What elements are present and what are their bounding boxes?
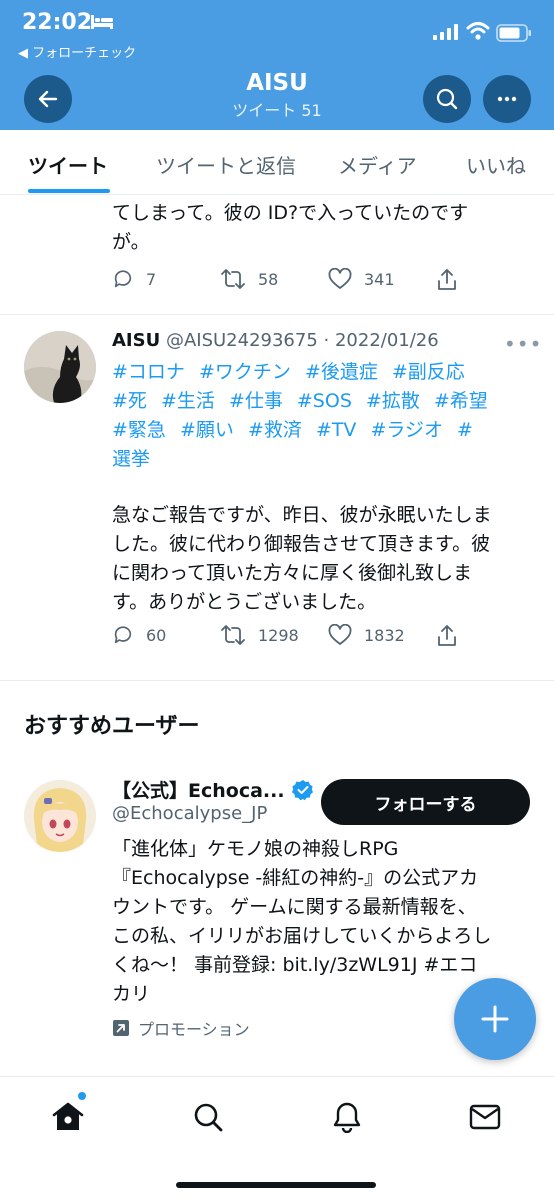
nav-search[interactable] xyxy=(188,1097,228,1137)
like-count: 341 xyxy=(364,269,395,289)
tweet-text: 急なご報告ですが、昨日、彼が永眠いたしま した。彼に代わり御報告させて頂きます。… xyxy=(112,501,532,617)
search-icon xyxy=(194,1103,223,1132)
bell-icon xyxy=(333,1102,361,1133)
bio-line: ウントです。 ゲームに関する最新情報を、 xyxy=(112,896,477,918)
promoted-user-name[interactable]: 【公式】Echoca... xyxy=(112,776,285,803)
tweet-text-line: 急なご報告ですが、昨日、彼が永眠いたしま xyxy=(112,504,492,526)
back-to-app-link[interactable]: ◀ フォローチェック xyxy=(18,42,136,61)
retweet-icon xyxy=(221,269,245,289)
author-handle-date[interactable]: @AISU24293675 · 2022/01/26 xyxy=(166,330,439,351)
hashtag-line[interactable]: #死 #生活 #仕事 #SOS #拡散 #希望 xyxy=(112,386,488,413)
bio-line: 『Echocalypse -緋紅の神約-』の公式アカ xyxy=(112,867,479,889)
tab-tweets[interactable]: ツイート xyxy=(28,150,108,179)
plus-icon xyxy=(481,1005,509,1033)
black-cat-avatar-image xyxy=(24,331,96,403)
search-icon xyxy=(436,88,458,110)
suggested-users-title: おすすめユーザー xyxy=(24,714,200,739)
tweet-more-icon[interactable]: ••• xyxy=(504,332,542,356)
more-dots-icon xyxy=(497,96,517,102)
reply-icon xyxy=(114,626,132,644)
profile-name: AISU xyxy=(246,70,308,96)
hashtag-line[interactable]: #緊急 #願い #救済 #TV #ラジオ # xyxy=(112,415,473,442)
tweet-text-line: に関わって頂いた方々に厚く後御礼致しま xyxy=(112,562,473,584)
follow-button[interactable]: フォローする xyxy=(321,779,530,825)
tab-likes[interactable]: いいね xyxy=(466,150,526,179)
hashtag-line[interactable]: 選挙 xyxy=(112,444,150,471)
status-time: 22:02 xyxy=(22,10,93,35)
tweet-divider xyxy=(0,314,554,315)
share-icon xyxy=(438,625,456,646)
tweet-actions: 60 1298 1832 xyxy=(112,624,532,652)
nav-messages[interactable] xyxy=(465,1097,505,1137)
verified-badge-icon xyxy=(292,780,313,801)
profile-header: 22:02 ◀ フォローチェック AISU ツイート 51 xyxy=(0,0,554,130)
nav-home[interactable] xyxy=(48,1097,88,1137)
heart-icon xyxy=(328,624,352,645)
tweet-actions: 7 58 341 xyxy=(112,268,532,296)
author-name[interactable]: AISU xyxy=(112,330,160,351)
share-button[interactable] xyxy=(436,624,470,648)
retweet-button[interactable]: 1298 xyxy=(220,624,299,646)
promoted-label-text: プロモーション xyxy=(138,1020,250,1039)
reply-icon xyxy=(114,270,132,288)
tweet-text-line: す。ありがとうございました。 xyxy=(112,591,377,613)
share-icon xyxy=(438,269,456,290)
home-icon xyxy=(52,1102,84,1130)
bio-line: この私、イリリがお届けしていくからよろし xyxy=(112,925,492,947)
compose-tweet-button[interactable] xyxy=(454,978,536,1060)
bio-line: くね～！ 事前登録: bit.ly/3zWL91J #エコ xyxy=(112,954,478,976)
bio-line: 「進化体」ケモノ娘の神殺しRPG xyxy=(112,838,399,860)
home-notification-dot xyxy=(78,1092,86,1100)
retweet-icon xyxy=(221,625,245,645)
tweet-author-line: AISU @AISU24293675 · 2022/01/26 xyxy=(112,330,439,351)
promoted-label: プロモーション xyxy=(112,1016,250,1040)
promoted-user-bio: 「進化体」ケモノ娘の神殺しRPG 『Echocalypse -緋紅の神約-』の公… xyxy=(112,835,532,1009)
avatar[interactable] xyxy=(24,780,96,852)
tab-media[interactable]: メディア xyxy=(338,150,417,179)
retweet-count: 58 xyxy=(258,269,279,289)
tweet-text-line: てしまって。彼の ID?で入っていたのです xyxy=(112,202,469,224)
promoted-arrow-icon xyxy=(113,1020,129,1036)
tweet-text-line: が。 xyxy=(112,231,150,253)
reply-count: 7 xyxy=(146,269,157,289)
retweet-button[interactable]: 58 xyxy=(220,268,278,290)
retweet-count: 1298 xyxy=(258,625,299,645)
wifi-icon xyxy=(466,22,490,40)
tab-tweets-and-replies[interactable]: ツイートと返信 xyxy=(156,150,296,179)
like-button[interactable]: 341 xyxy=(328,268,395,290)
section-divider xyxy=(0,680,554,681)
reply-button[interactable]: 7 xyxy=(112,268,156,290)
cellular-signal-icon xyxy=(433,24,458,40)
reply-button[interactable]: 60 xyxy=(112,624,166,646)
sleep-focus-icon xyxy=(91,15,113,29)
active-tab-indicator xyxy=(28,189,110,193)
like-button[interactable]: 1832 xyxy=(328,624,405,646)
more-options-button[interactable] xyxy=(483,75,531,123)
home-indicator-bar xyxy=(176,1182,376,1188)
profile-tabs: ツイート ツイートと返信 メディア いいね xyxy=(0,130,554,195)
reply-count: 60 xyxy=(146,625,167,645)
like-count: 1832 xyxy=(364,625,405,645)
share-button[interactable] xyxy=(436,268,470,292)
heart-icon xyxy=(328,268,352,289)
avatar[interactable] xyxy=(24,331,96,403)
promoted-user-handle[interactable]: @Echocalypse_JP xyxy=(112,803,267,824)
hashtag-line[interactable]: #コロナ #ワクチン #後遺症 #副反応 xyxy=(112,357,465,384)
anime-character-avatar-image xyxy=(24,780,96,852)
search-button[interactable] xyxy=(423,75,471,123)
tweet-text: てしまって。彼の ID?で入っていたのです が。 xyxy=(112,199,532,257)
nav-notifications[interactable] xyxy=(327,1097,367,1137)
battery-icon xyxy=(496,24,531,42)
envelope-icon xyxy=(469,1104,501,1130)
tweet-text-line: した。彼に代わり御報告させて頂きます。彼 xyxy=(112,533,491,555)
